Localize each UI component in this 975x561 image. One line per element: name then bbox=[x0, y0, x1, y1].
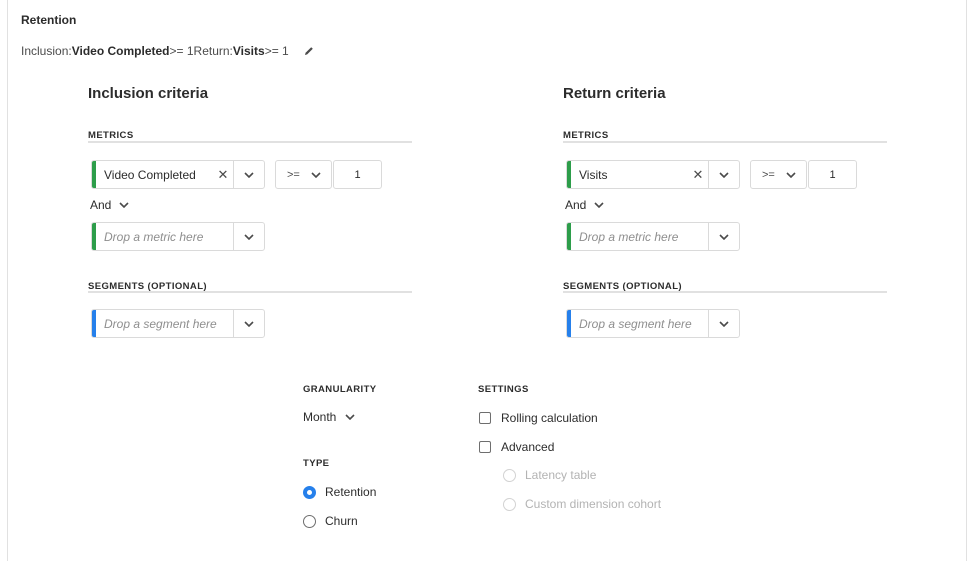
radio-icon bbox=[503, 497, 516, 511]
return-value-input[interactable]: 1 bbox=[808, 160, 857, 189]
summary-return-label: Return: bbox=[193, 44, 233, 58]
inclusion-heading: Inclusion criteria bbox=[88, 85, 209, 102]
latency-table-radio: Latency table bbox=[503, 468, 596, 482]
chevron-down-icon bbox=[311, 171, 321, 178]
return-metrics-divider bbox=[563, 141, 887, 143]
inclusion-segments-divider bbox=[88, 291, 412, 293]
panel-title: Retention bbox=[21, 13, 77, 27]
chevron-down-icon bbox=[594, 202, 604, 208]
and-label: And bbox=[90, 198, 112, 212]
metric-placeholder: Drop a metric here bbox=[579, 229, 679, 244]
summary-inclusion-condition: >= 1 bbox=[169, 44, 194, 58]
settings-label: SETTINGS bbox=[478, 384, 529, 395]
checkbox-icon bbox=[479, 441, 491, 453]
return-and-select[interactable]: And bbox=[565, 198, 604, 212]
summary-inclusion-metric: Video Completed bbox=[71, 44, 170, 58]
inclusion-operator-select[interactable]: >= bbox=[275, 160, 332, 189]
close-icon[interactable]: ✕ bbox=[688, 167, 708, 183]
radio-label: Churn bbox=[325, 514, 358, 528]
summary-inclusion-label: Inclusion: bbox=[21, 44, 72, 58]
checkbox-label: Advanced bbox=[501, 440, 555, 454]
return-operator-select[interactable]: >= bbox=[750, 160, 807, 189]
radio-selected-icon bbox=[303, 485, 316, 499]
return-metrics-label: METRICS bbox=[563, 130, 609, 141]
inclusion-and-select[interactable]: And bbox=[90, 198, 129, 212]
inclusion-metric-field[interactable]: Video Completed ✕ bbox=[91, 160, 265, 189]
rolling-calculation-checkbox[interactable]: Rolling calculation bbox=[479, 411, 598, 425]
type-radio-retention[interactable]: Retention bbox=[303, 485, 376, 499]
return-segment-dropzone[interactable]: Drop a segment here bbox=[566, 309, 740, 338]
chevron-down-icon[interactable] bbox=[708, 310, 739, 337]
return-segments-divider bbox=[563, 291, 887, 293]
chevron-down-icon bbox=[786, 171, 796, 178]
and-label: And bbox=[565, 198, 587, 212]
inclusion-metric-dropzone[interactable]: Drop a metric here bbox=[91, 222, 265, 251]
return-heading: Return criteria bbox=[563, 85, 666, 102]
inclusion-value-input[interactable]: 1 bbox=[333, 160, 382, 189]
inclusion-metric-name: Video Completed bbox=[104, 167, 196, 182]
inclusion-metrics-divider bbox=[88, 141, 412, 143]
return-operator-value: >= bbox=[762, 168, 775, 181]
chevron-down-icon bbox=[119, 202, 129, 208]
inclusion-segment-dropzone[interactable]: Drop a segment here bbox=[91, 309, 265, 338]
granularity-label: GRANULARITY bbox=[303, 384, 377, 395]
summary-return-condition: >= 1 bbox=[264, 44, 289, 58]
chevron-down-icon[interactable] bbox=[233, 161, 264, 188]
advanced-checkbox[interactable]: Advanced bbox=[479, 440, 554, 454]
segment-placeholder: Drop a segment here bbox=[104, 316, 217, 331]
radio-label: Retention bbox=[325, 485, 377, 499]
return-metric-name: Visits bbox=[579, 167, 608, 182]
radio-icon bbox=[503, 468, 516, 482]
radio-label: Custom dimension cohort bbox=[525, 497, 662, 511]
chevron-down-icon bbox=[345, 414, 355, 420]
radio-label: Latency table bbox=[525, 468, 597, 482]
summary-return-metric: Visits bbox=[232, 44, 265, 58]
checkbox-icon bbox=[479, 412, 491, 424]
close-icon[interactable]: ✕ bbox=[213, 167, 233, 183]
inclusion-metrics-label: METRICS bbox=[88, 130, 134, 141]
criteria-summary: Inclusion: Video Completed >= 1 Return: … bbox=[21, 44, 315, 58]
type-label: TYPE bbox=[303, 458, 330, 469]
chevron-down-icon[interactable] bbox=[233, 223, 264, 250]
granularity-value: Month bbox=[303, 410, 337, 424]
inclusion-operator-value: >= bbox=[287, 168, 300, 181]
metric-placeholder: Drop a metric here bbox=[104, 229, 204, 244]
chevron-down-icon[interactable] bbox=[233, 310, 264, 337]
type-radio-churn[interactable]: Churn bbox=[303, 514, 358, 528]
radio-icon bbox=[303, 514, 316, 528]
segment-placeholder: Drop a segment here bbox=[579, 316, 692, 331]
chevron-down-icon[interactable] bbox=[708, 161, 739, 188]
pencil-icon[interactable] bbox=[303, 45, 315, 57]
chevron-down-icon[interactable] bbox=[708, 223, 739, 250]
return-metric-field[interactable]: Visits ✕ bbox=[566, 160, 740, 189]
custom-dimension-cohort-radio: Custom dimension cohort bbox=[503, 497, 661, 511]
checkbox-label: Rolling calculation bbox=[501, 411, 598, 425]
return-metric-dropzone[interactable]: Drop a metric here bbox=[566, 222, 740, 251]
granularity-select[interactable]: Month bbox=[303, 410, 355, 424]
